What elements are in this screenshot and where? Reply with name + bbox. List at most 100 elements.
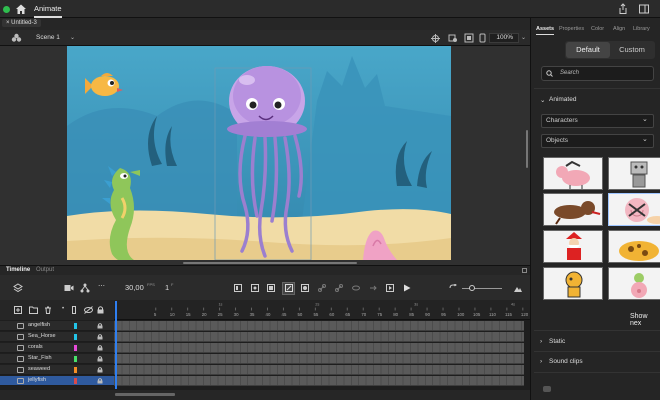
layer-row[interactable]: angelfish [0, 321, 114, 331]
timeline-scrollbar[interactable] [115, 393, 175, 396]
layer-row[interactable]: jellyfish [0, 376, 114, 386]
fps-field[interactable]: 30,00 [125, 283, 144, 292]
chevron-right-icon[interactable]: › [540, 358, 542, 365]
layer-frames[interactable] [114, 332, 524, 342]
slider-handle[interactable] [469, 285, 475, 291]
clip-canvas-icon[interactable] [464, 33, 474, 43]
asset-thumbnail-dog2[interactable] [543, 267, 603, 300]
playhead[interactable] [115, 301, 117, 389]
onion-skin-icon[interactable] [251, 284, 259, 292]
layer-color-swatch[interactable] [74, 367, 77, 373]
lock-icon[interactable] [97, 378, 103, 384]
chevron-down-icon[interactable]: ⌄ [70, 34, 75, 41]
asset-thumbnail-pig[interactable] [608, 267, 660, 300]
layer-parenting-icon[interactable] [80, 283, 90, 293]
export-icon[interactable] [386, 284, 394, 292]
eye-icon[interactable] [352, 284, 360, 292]
layer-frames[interactable] [114, 343, 524, 353]
layer-row[interactable]: seaweed [0, 365, 114, 375]
section-animated[interactable]: Animated [549, 96, 576, 103]
ruler-tick-label: 105 [473, 312, 481, 317]
link2-icon[interactable] [335, 284, 343, 292]
layers-icon[interactable] [13, 283, 23, 293]
play-icon[interactable] [403, 284, 411, 292]
tab-color[interactable]: Color [591, 26, 604, 32]
zoom-field[interactable]: 100% [489, 33, 519, 43]
search-input[interactable] [541, 66, 654, 81]
ruler-tick-label: 90 [425, 312, 430, 317]
asset-thumbnail-snail[interactable] [608, 193, 660, 226]
zoom-chevron-icon[interactable]: ⌄ [521, 34, 526, 41]
fit-icon[interactable] [479, 33, 486, 43]
layer-frames[interactable] [114, 354, 524, 364]
first-frame-icon[interactable] [234, 284, 242, 292]
mountain-icon[interactable] [514, 284, 522, 292]
stage-horizontal-scrollbar[interactable] [183, 262, 357, 264]
edit-symbol-icon[interactable] [448, 33, 458, 43]
lock-icon[interactable] [97, 345, 103, 351]
chevron-right-icon[interactable]: › [540, 338, 542, 345]
layer-color-swatch[interactable] [74, 334, 77, 340]
section-static[interactable]: Static [549, 338, 565, 345]
layer-row[interactable]: Sea_Horse [0, 332, 114, 342]
tween-icon[interactable] [369, 284, 377, 292]
lock-icon[interactable] [97, 306, 104, 314]
tab-library[interactable]: Library [633, 26, 650, 32]
section-sound-clips[interactable]: Sound clips [549, 358, 583, 365]
asset-thumbnail-cow[interactable] [543, 157, 603, 190]
tab-timeline[interactable]: Timeline [6, 267, 30, 273]
center-stage-icon[interactable] [431, 34, 440, 43]
camera-icon[interactable] [64, 284, 74, 292]
frame-width-slider[interactable] [462, 288, 502, 289]
layer-frames[interactable] [114, 376, 524, 386]
home-icon[interactable] [14, 3, 28, 15]
share-icon[interactable] [617, 3, 629, 15]
asset-thumbnail-robot[interactable] [608, 157, 660, 190]
layer-color-swatch[interactable] [74, 345, 77, 351]
tab-properties[interactable]: Properties [559, 26, 584, 32]
layer-color-swatch[interactable] [74, 356, 77, 362]
stage-vertical-scrollbar[interactable] [526, 130, 528, 168]
layer-row[interactable]: Star_Fish [0, 354, 114, 364]
lock-icon[interactable] [97, 323, 103, 329]
panel-menu-icon[interactable] [522, 268, 527, 273]
new-layer-icon[interactable] [14, 306, 22, 314]
loop-icon[interactable] [449, 284, 457, 292]
lock-icon[interactable] [97, 334, 103, 340]
more-icon[interactable]: ⋯ [98, 282, 105, 290]
layer-frames[interactable] [114, 321, 524, 331]
panel-layout-icon[interactable] [638, 3, 650, 15]
layer-frames[interactable] [114, 365, 524, 375]
scene-selector[interactable]: Scene 1 [36, 34, 60, 41]
segment-default[interactable]: Default [566, 42, 610, 58]
current-frame-field[interactable]: 1 [165, 283, 169, 292]
layer-color-swatch[interactable] [74, 378, 77, 384]
chevron-down-icon[interactable]: ⌄ [540, 96, 545, 104]
folder-icon[interactable] [29, 306, 38, 314]
outline-icon[interactable] [72, 306, 76, 314]
timeline-ruler[interactable]: 1s 2s 3s 4s 5 10 15 20 25 30 35 40 45 50 55 60 65 70 7… [114, 300, 530, 320]
cloud-icon[interactable] [543, 386, 551, 392]
insert-frame-icon[interactable] [267, 284, 275, 292]
layer-color-swatch[interactable] [74, 323, 77, 329]
tab-output[interactable]: Output [36, 267, 54, 273]
document-tab[interactable]: × Untitled-3 [2, 19, 41, 27]
highlight-icon[interactable]: • [62, 306, 64, 312]
keyframe-icon[interactable] [301, 284, 309, 292]
lock-icon[interactable] [97, 367, 103, 373]
lock-icon[interactable] [97, 356, 103, 362]
asset-thumbnail-dog[interactable] [543, 193, 603, 226]
window-status-dot[interactable] [3, 6, 10, 13]
stage-canvas[interactable] [67, 46, 451, 260]
tab-assets[interactable]: Assets [536, 26, 554, 32]
app-tab[interactable]: Animate [34, 4, 62, 18]
tab-align[interactable]: Align [613, 26, 625, 32]
eye-visibility-icon[interactable] [84, 306, 93, 314]
show-next-link[interactable]: Show nex [630, 313, 660, 327]
asset-thumbnail-santa[interactable] [543, 230, 603, 263]
trash-icon[interactable] [44, 306, 52, 314]
segment-custom[interactable]: Custom [610, 42, 654, 58]
layer-row[interactable]: corals [0, 343, 114, 353]
link-icon[interactable] [318, 284, 326, 292]
asset-thumbnail-giraffe[interactable] [608, 230, 660, 263]
